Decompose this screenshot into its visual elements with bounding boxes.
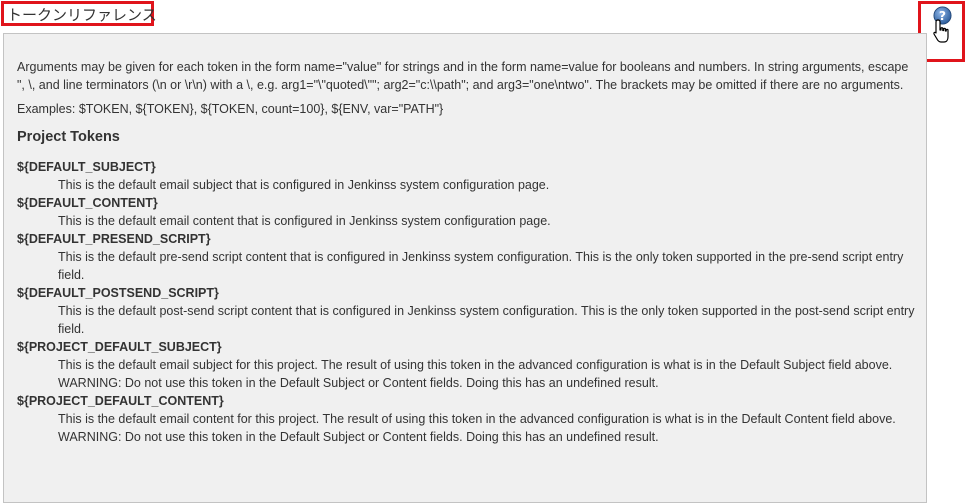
token-item: ${PROJECT_DEFAULT_SUBJECT} This is the d… bbox=[17, 338, 917, 392]
token-list: ${DEFAULT_SUBJECT} This is the default e… bbox=[17, 158, 917, 446]
token-description: This is the default pre-send script cont… bbox=[58, 250, 904, 282]
token-name: ${DEFAULT_PRESEND_SCRIPT} bbox=[17, 232, 211, 246]
title-highlight: トークンリファレンス bbox=[1, 1, 157, 26]
token-name: ${DEFAULT_CONTENT} bbox=[17, 196, 158, 210]
token-name: ${PROJECT_DEFAULT_CONTENT} bbox=[17, 394, 224, 408]
token-reference-panel: Arguments may be given for each token in… bbox=[3, 33, 927, 503]
token-description: This is the default email subject that i… bbox=[58, 178, 550, 192]
token-item: ${DEFAULT_PRESEND_SCRIPT} This is the de… bbox=[17, 230, 917, 284]
token-reference-content: Arguments may be given for each token in… bbox=[17, 58, 917, 446]
token-description: This is the default email content for th… bbox=[58, 412, 896, 444]
hand-pointer-icon bbox=[933, 19, 949, 43]
section-title: Project Tokens bbox=[17, 129, 120, 145]
token-item: ${PROJECT_DEFAULT_CONTENT} This is the d… bbox=[17, 392, 917, 446]
examples-text: Examples: $TOKEN, ${TOKEN}, ${TOKEN, cou… bbox=[17, 102, 444, 116]
token-item: ${DEFAULT_POSTSEND_SCRIPT} This is the d… bbox=[17, 284, 917, 338]
token-name: ${DEFAULT_POSTSEND_SCRIPT} bbox=[17, 286, 219, 300]
token-description: This is the default email subject for th… bbox=[58, 358, 893, 390]
page-title: トークンリファレンス bbox=[7, 7, 157, 24]
token-item: ${DEFAULT_SUBJECT} This is the default e… bbox=[17, 158, 917, 194]
token-description: This is the default post-send script con… bbox=[58, 304, 915, 336]
token-description: This is the default email content that i… bbox=[58, 214, 551, 228]
token-name: ${DEFAULT_SUBJECT} bbox=[17, 160, 156, 174]
token-name: ${PROJECT_DEFAULT_SUBJECT} bbox=[17, 340, 222, 354]
intro-text: Arguments may be given for each token in… bbox=[17, 60, 909, 92]
token-item: ${DEFAULT_CONTENT} This is the default e… bbox=[17, 194, 917, 230]
